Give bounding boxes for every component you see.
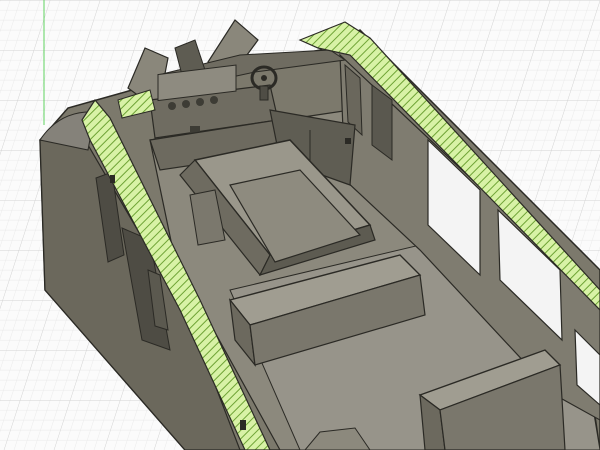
- gauge-icon: [210, 96, 218, 104]
- gauge-icon: [168, 102, 176, 110]
- scene[interactable]: [0, 0, 600, 450]
- gauge-icon: [182, 100, 190, 108]
- cad-viewport[interactable]: [0, 0, 600, 450]
- gauge-icon: [196, 98, 204, 106]
